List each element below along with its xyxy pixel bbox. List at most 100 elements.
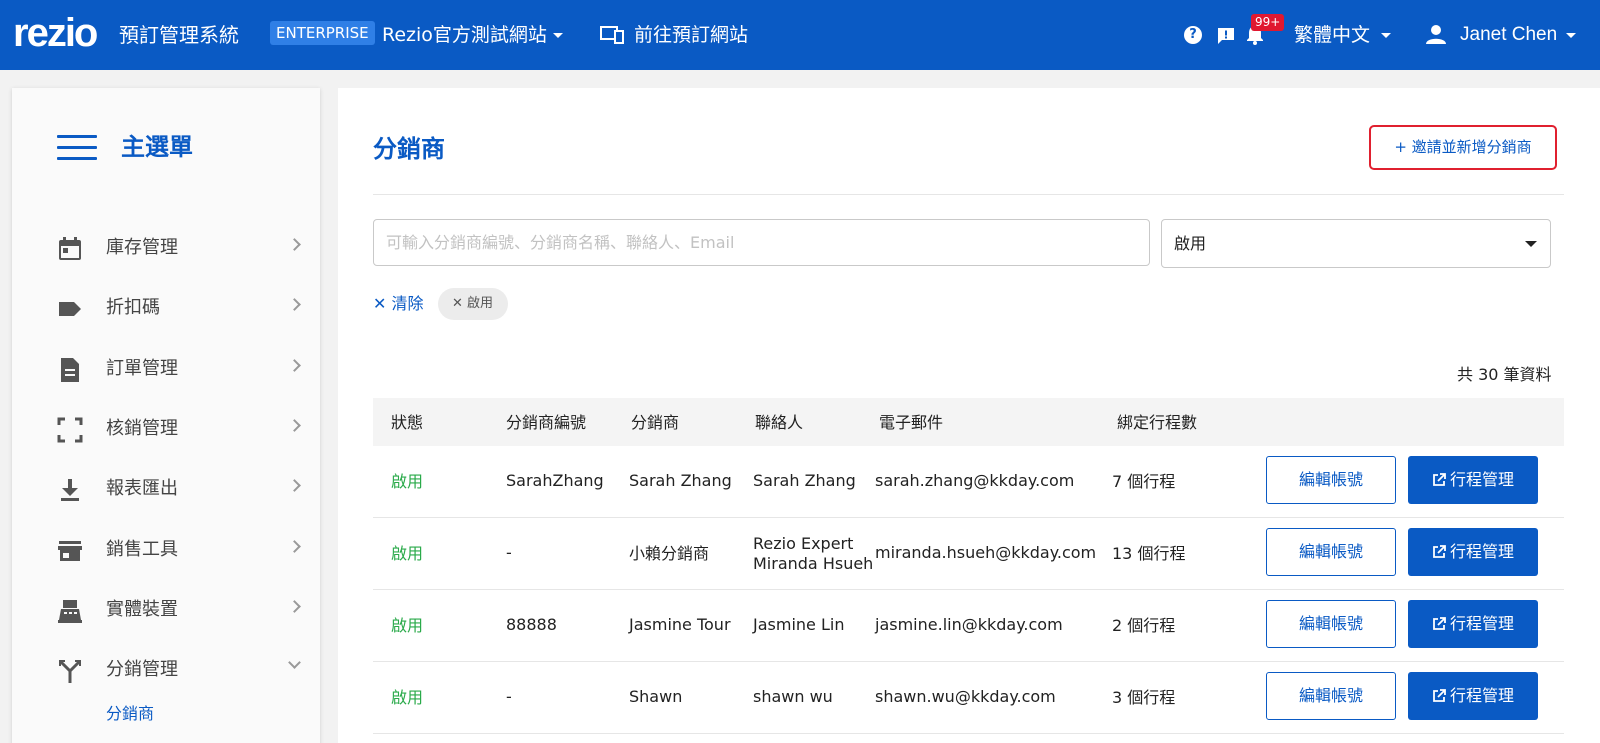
language-selector[interactable]: 繁體中文 (1294, 22, 1370, 48)
name-cell: Shawn (629, 687, 683, 706)
code-cell: SarahZhang (506, 471, 604, 490)
search-input[interactable] (373, 219, 1150, 266)
edit-account-button[interactable]: 編輯帳號 (1266, 456, 1396, 504)
trip-button-label: 行程管理 (1449, 542, 1514, 561)
trip-management-button[interactable]: 行程管理 (1408, 456, 1538, 504)
calendar-icon (59, 237, 81, 260)
table-row: 啟用 - Shawn shawn wu shawn.wu@kkday.com 3… (373, 662, 1564, 734)
column-header: 聯絡人 (755, 413, 804, 432)
site-selector[interactable]: Rezio官方測試網站 (382, 22, 547, 48)
code-cell: - (506, 687, 512, 706)
trip-management-button[interactable]: 行程管理 (1408, 600, 1538, 648)
table-row: 啟用 88888 Jasmine Tour Jasmine Lin jasmin… (373, 590, 1564, 662)
email-cell: miranda.hsueh@kkday.com (875, 543, 1097, 562)
caret-down-icon (1525, 241, 1537, 247)
status-filter-value: 啟用 (1174, 234, 1207, 253)
sidebar-item-label: 實體裝置 (106, 599, 178, 620)
trip-button-label: 行程管理 (1449, 614, 1514, 633)
email-cell: shawn.wu@kkday.com (875, 687, 1056, 706)
sidebar-item-reports[interactable]: 報表匯出 (12, 469, 320, 509)
menu-icon[interactable] (57, 135, 97, 160)
rezio-logo[interactable]: rezio (13, 13, 98, 53)
sidebar-item-discount[interactable]: 折扣碼 (12, 288, 320, 328)
status-filter-select[interactable]: 啟用 (1161, 219, 1551, 268)
top-bar: rezio 預訂管理系統 ENTERPRISE Rezio官方測試網站 前往預訂… (0, 0, 1600, 70)
trips-cell: 3 個行程 (1112, 688, 1176, 707)
sidebar-item-orders[interactable]: 訂單管理 (12, 349, 320, 389)
email-cell: sarah.zhang@kkday.com (875, 471, 1075, 490)
trip-button-label: 行程管理 (1449, 686, 1514, 705)
edit-account-button[interactable]: 編輯帳號 (1266, 600, 1396, 648)
sidebar-item-inventory[interactable]: 庫存管理 (12, 228, 320, 268)
sidebar-item-redemption[interactable]: 核銷管理 (12, 409, 320, 449)
trip-button-label: 行程管理 (1449, 470, 1514, 489)
devices-icon[interactable] (600, 26, 624, 44)
table-header: 狀態 分銷商編號 分銷商 聯絡人 電子郵件 綁定行程數 (373, 398, 1564, 446)
filter-chip[interactable]: ✕ 啟用 (438, 288, 508, 320)
contact-cell: shawn wu (753, 687, 833, 706)
contact-cell: Sarah Zhang (753, 471, 856, 490)
document-icon (61, 358, 79, 382)
goto-booking-site-link[interactable]: 前往預訂網站 (634, 22, 748, 48)
total-count: 共 30 筆資料 (1457, 365, 1552, 384)
chevron-right-icon (288, 479, 301, 492)
sidebar-item-sales-tools[interactable]: 銷售工具 (12, 530, 320, 570)
status-cell: 啟用 (391, 472, 424, 491)
column-header: 分銷商編號 (506, 413, 587, 432)
sidebar-item-label: 分銷管理 (106, 659, 178, 680)
notification-badge: 99+ (1251, 14, 1285, 31)
chevron-down-icon[interactable] (1566, 33, 1576, 38)
column-header: 電子郵件 (879, 413, 944, 432)
edit-account-button[interactable]: 編輯帳號 (1266, 528, 1396, 576)
table-row: 啟用 SarahZhang Sarah Zhang Sarah Zhang sa… (373, 446, 1564, 518)
trip-management-button[interactable]: 行程管理 (1408, 672, 1538, 720)
external-link-icon (1433, 617, 1446, 630)
contact-cell-line2: Miranda Hsueh (753, 554, 874, 573)
invite-distributor-button[interactable]: + 邀請並新增分銷商 (1369, 125, 1557, 170)
user-menu[interactable]: Janet Chen (1460, 22, 1557, 48)
user-icon[interactable] (1426, 24, 1446, 44)
chevron-down-icon[interactable] (1381, 33, 1391, 38)
edit-account-button[interactable]: 編輯帳號 (1266, 672, 1396, 720)
close-icon[interactable]: ✕ (452, 296, 467, 311)
store-icon (58, 541, 82, 561)
code-cell: - (506, 543, 512, 562)
status-cell: 啟用 (391, 688, 424, 707)
trip-management-button[interactable]: 行程管理 (1408, 528, 1538, 576)
trips-cell: 13 個行程 (1112, 544, 1186, 563)
email-cell: jasmine.lin@kkday.com (875, 615, 1063, 634)
clear-label: 清除 (391, 294, 424, 313)
sidebar-item-label: 核銷管理 (106, 418, 178, 439)
code-cell: 88888 (506, 615, 557, 634)
close-icon: ✕ (373, 294, 392, 313)
contact-cell: Rezio Expert (753, 534, 854, 553)
sidebar-item-label: 折扣碼 (106, 297, 160, 318)
download-icon (61, 479, 79, 501)
page-title: 分銷商 (373, 135, 445, 163)
chevron-right-icon (288, 419, 301, 432)
name-cell: 小賴分銷商 (629, 544, 710, 563)
status-cell: 啟用 (391, 616, 424, 635)
table-row: 啟用 - 小賴分銷商 Rezio Expert Miranda Hsueh mi… (373, 518, 1564, 590)
chevron-right-icon (288, 600, 301, 613)
sidebar-item-label: 訂單管理 (106, 358, 178, 379)
chevron-down-icon[interactable] (553, 33, 563, 38)
sidebar-subitem-distributors[interactable]: 分銷商 (106, 703, 154, 725)
main-panel: 分銷商 + 邀請並新增分銷商 啟用 ✕ 清除 ✕ 啟用 共 30 筆資料 狀態 … (338, 88, 1600, 743)
sidebar-item-devices[interactable]: 實體裝置 (12, 590, 320, 630)
chevron-right-icon (288, 238, 301, 251)
feedback-icon[interactable] (1217, 27, 1235, 45)
status-cell: 啟用 (391, 544, 424, 563)
distribution-icon (59, 660, 81, 683)
sidebar-item-distribution[interactable]: 分銷管理 (12, 650, 320, 690)
help-icon[interactable]: ? (1184, 26, 1202, 44)
chevron-right-icon (288, 359, 301, 372)
external-link-icon (1433, 473, 1446, 486)
trips-cell: 2 個行程 (1112, 616, 1176, 635)
sidebar-item-label: 銷售工具 (106, 539, 178, 560)
column-header: 分銷商 (631, 413, 680, 432)
trips-cell: 7 個行程 (1112, 472, 1176, 491)
main-menu-title: 主選單 (121, 133, 193, 161)
clear-filters-link[interactable]: ✕ 清除 (373, 293, 424, 315)
divider (373, 194, 1564, 195)
